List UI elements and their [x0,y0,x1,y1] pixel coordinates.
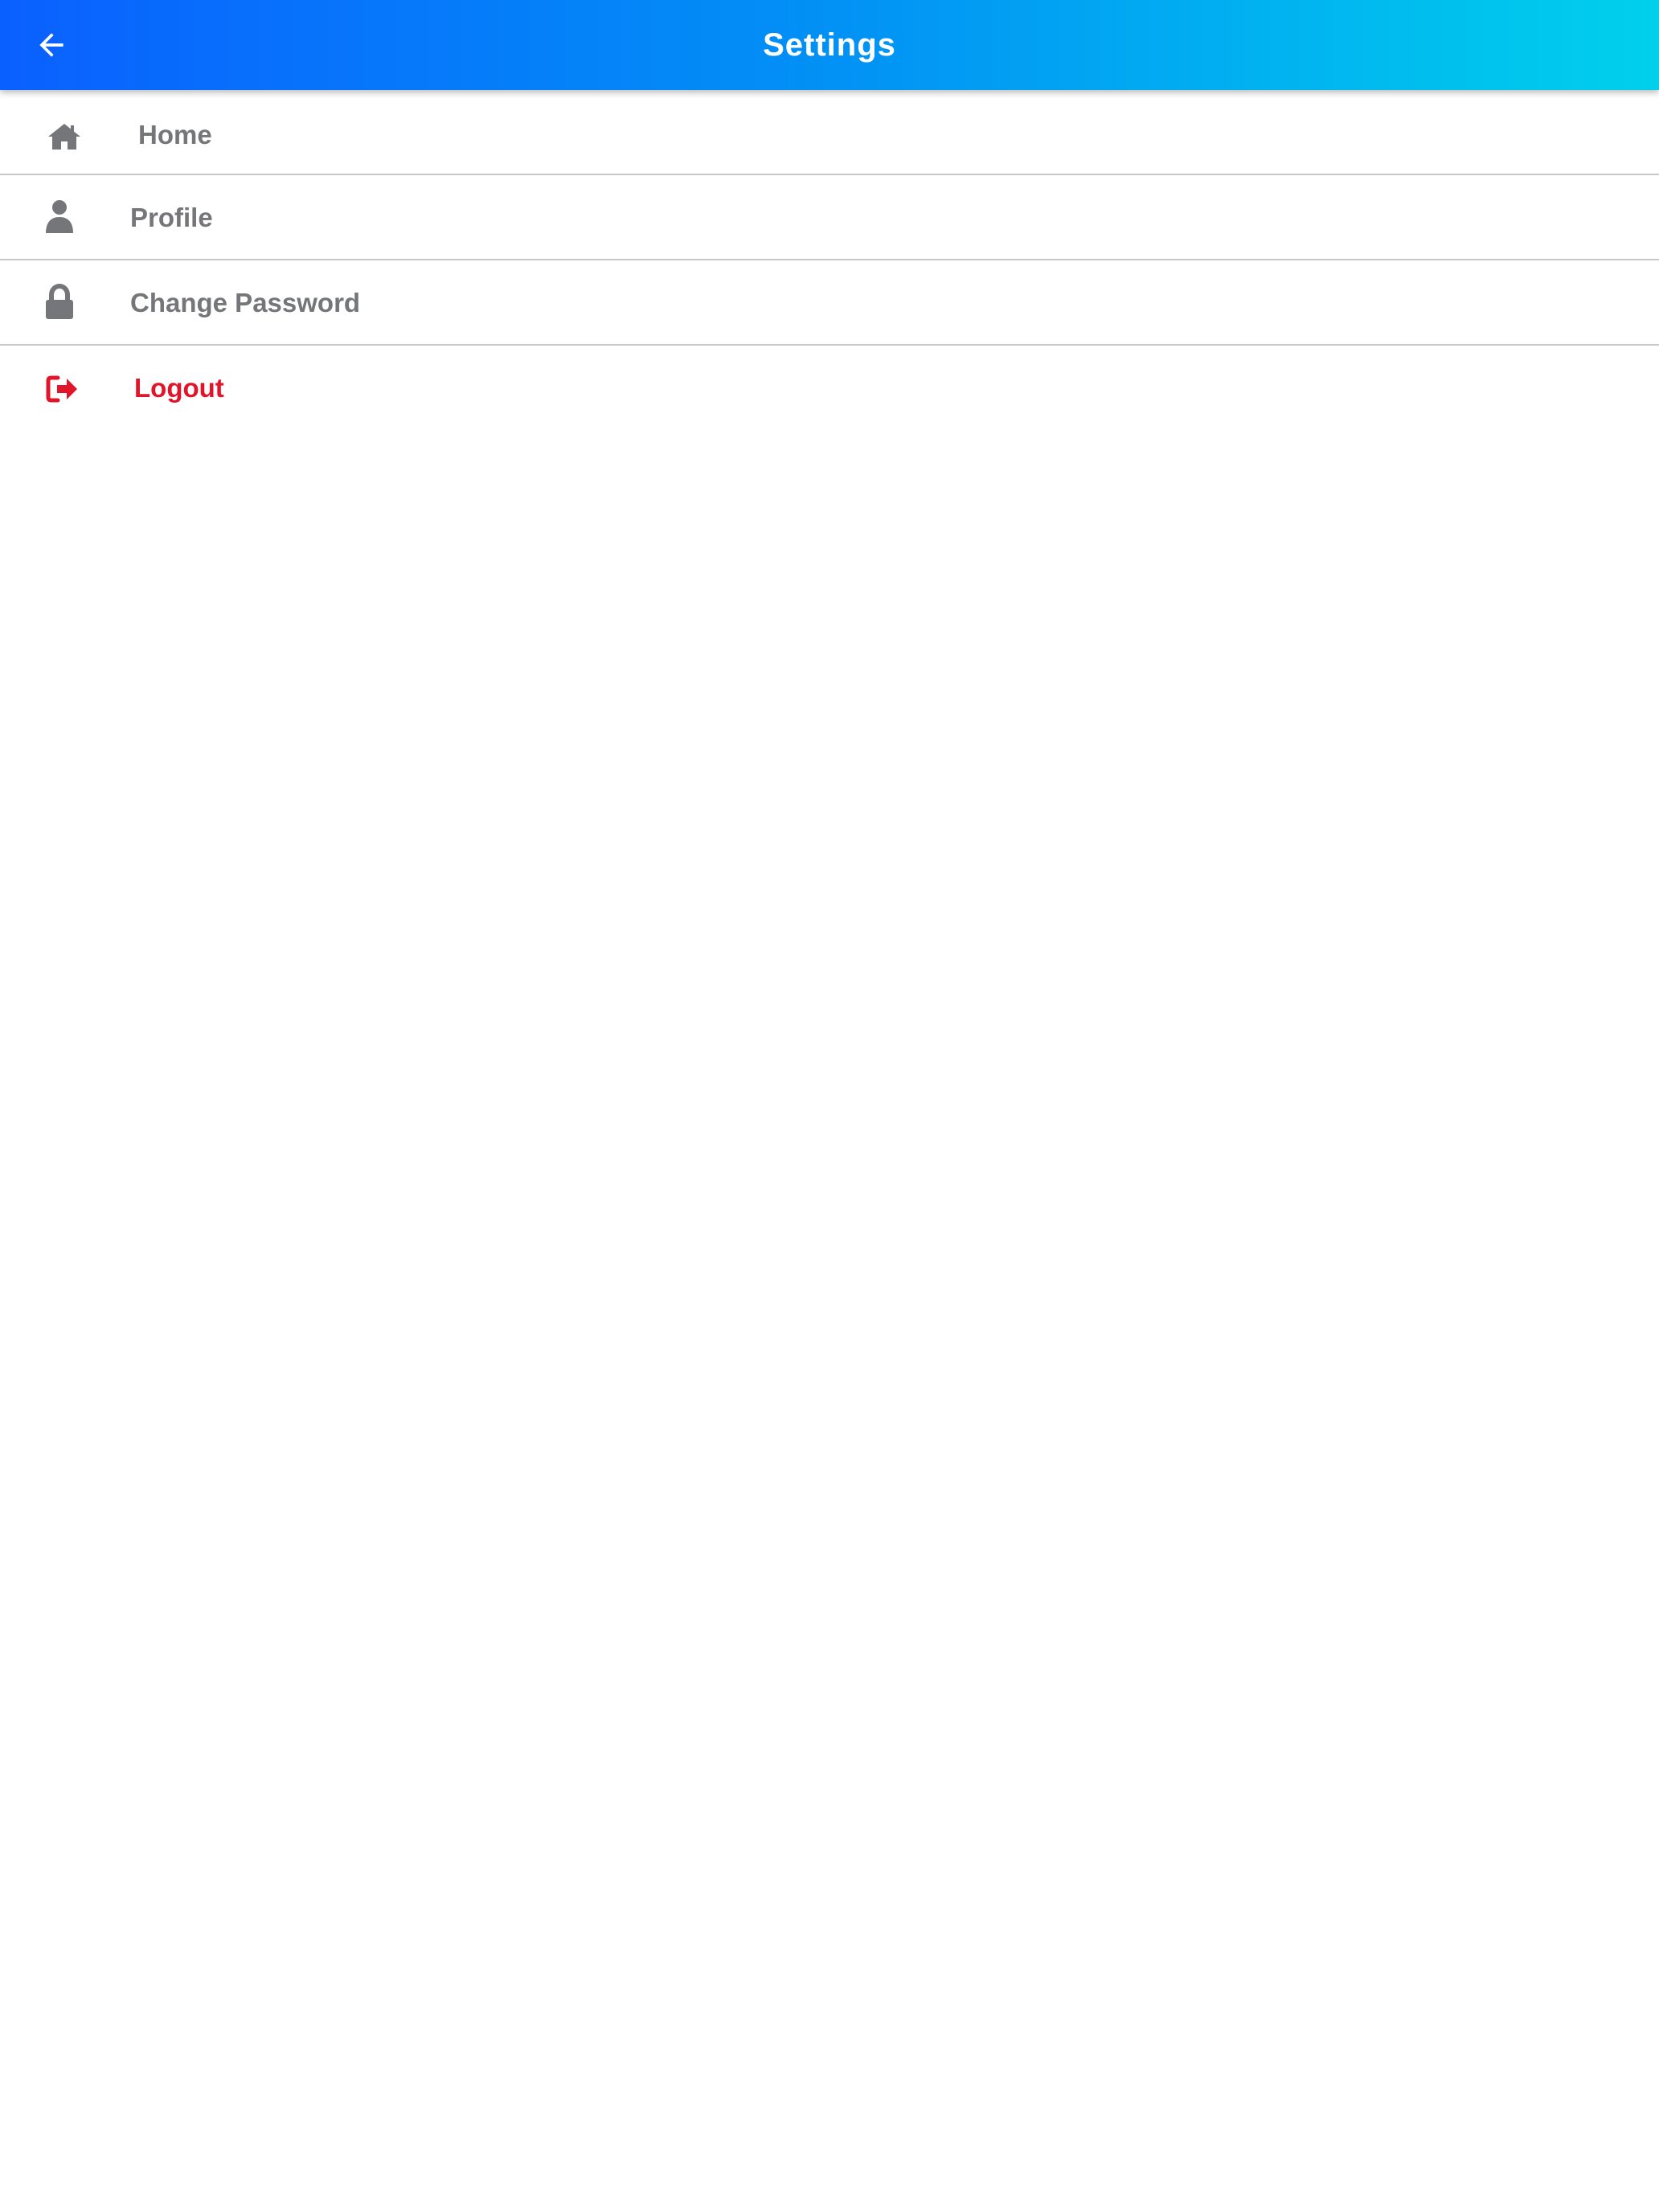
user-icon [40,198,79,236]
app-bar: Settings [0,0,1659,90]
menu-item-label: Change Password [130,288,361,317]
menu-item-logout[interactable]: Logout [0,346,1659,431]
home-icon [45,117,84,156]
page-title: Settings [763,27,896,63]
menu-item-change-password[interactable]: Change Password [0,260,1659,346]
logout-icon [43,370,82,408]
menu-item-label: Profile [130,203,213,232]
menu-item-home[interactable]: Home [0,90,1659,175]
menu-item-profile[interactable]: Profile [0,175,1659,260]
menu-item-label: Logout [134,373,224,403]
lock-icon [40,283,79,322]
settings-menu: Home Profile Change Password Logout [0,90,1659,431]
menu-item-label: Home [138,120,212,150]
